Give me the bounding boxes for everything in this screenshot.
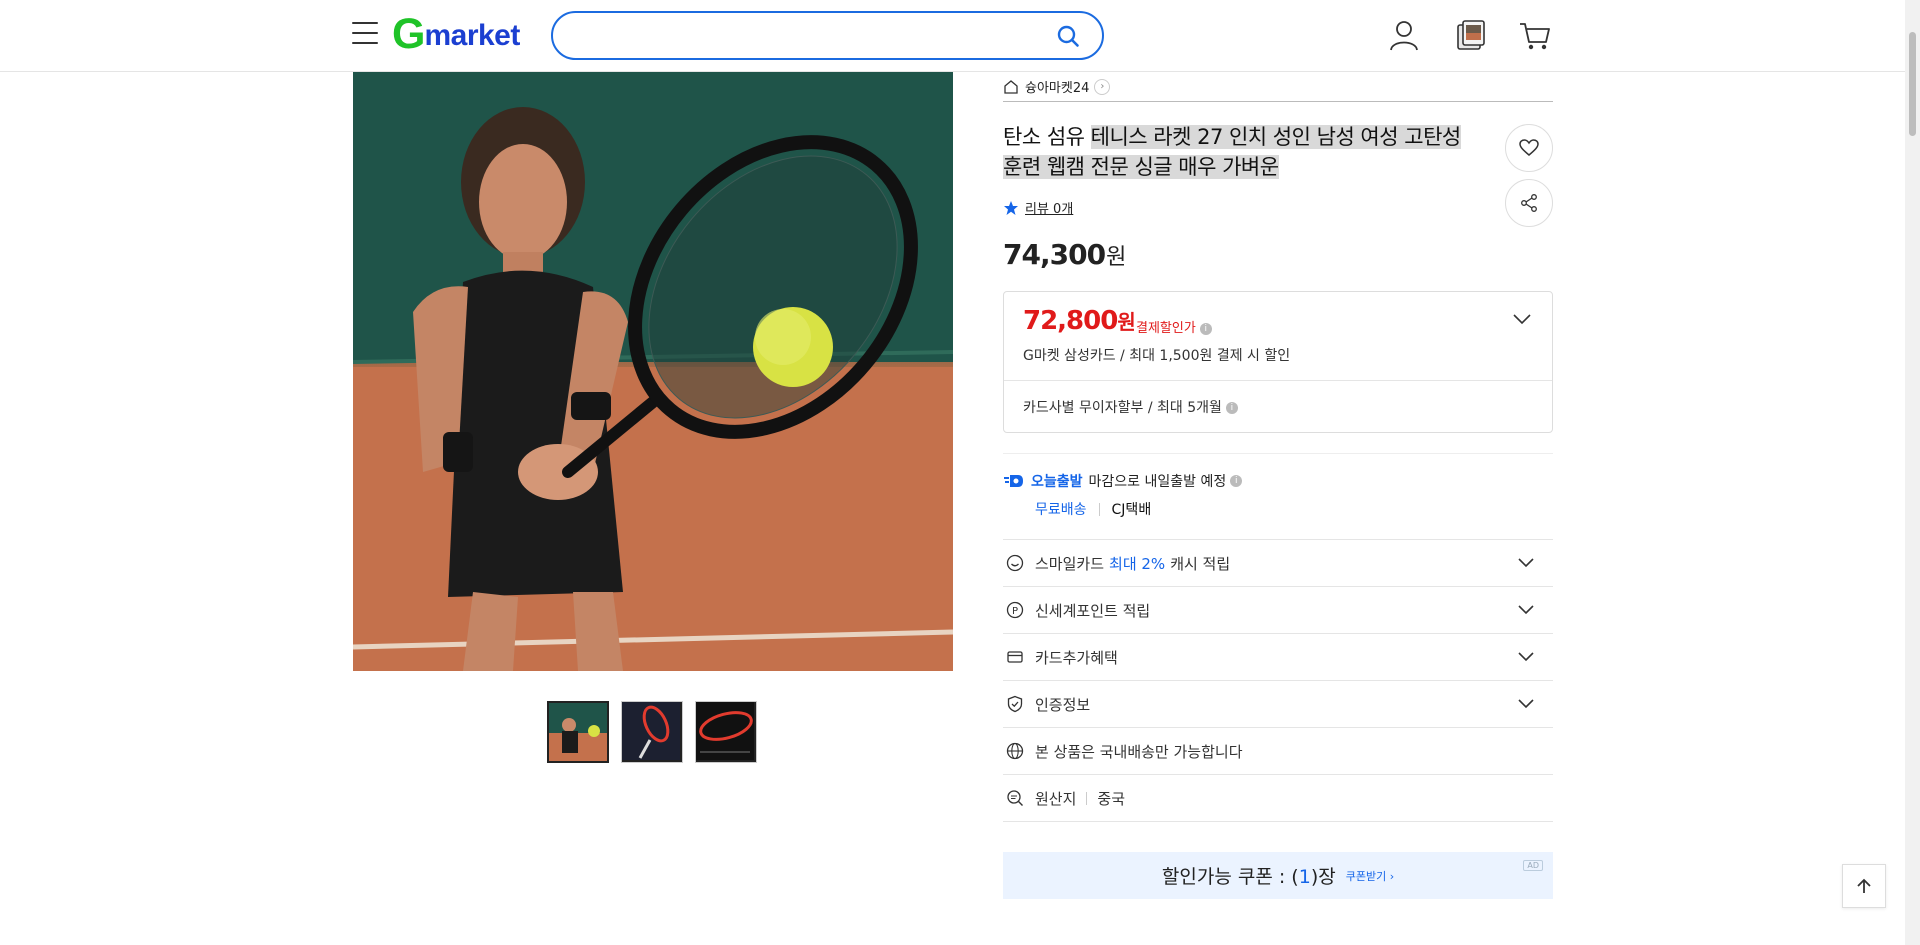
coupon-banner[interactable]: 할인가능 쿠폰 : (1)장 쿠폰받기 › AD — [1003, 852, 1553, 899]
certification-row[interactable]: 인증정보 — [1003, 681, 1553, 728]
review-link[interactable]: 리뷰 0개 — [1025, 198, 1073, 217]
smile-card-row[interactable]: 스마일카드 최대 2% 캐시 적립 — [1003, 540, 1553, 587]
title-highlight-2: 훈련 웹캠 전문 싱글 매우 가벼운 — [1003, 155, 1279, 179]
coupon-text-post: )장 — [1310, 866, 1336, 888]
user-icon[interactable] — [1387, 18, 1421, 52]
certification-label: 인증정보 — [1035, 695, 1091, 714]
chevron-down-icon[interactable] — [1517, 698, 1535, 710]
card-benefit-row[interactable]: 카드추가혜택 — [1003, 634, 1553, 681]
globe-icon — [1006, 742, 1024, 760]
tennis-player-photo — [353, 72, 953, 671]
product-price: 74,300원 — [1003, 238, 1126, 271]
heart-icon — [1519, 139, 1539, 156]
smile-card-label: 스마일카드 — [1035, 554, 1105, 573]
seller-bar: 슝아마켓24 › — [1003, 72, 1553, 102]
coupon-text: 할인가능 쿠폰 : (1)장 — [1162, 862, 1336, 889]
card-benefit-label: 카드추가혜택 — [1035, 648, 1118, 667]
search-input[interactable] — [573, 23, 1033, 49]
smile-icon — [1006, 554, 1024, 572]
search-bar — [551, 11, 1104, 60]
benefit-list: 스마일카드 최대 2% 캐시 적립 P 신세계포인트 적립 카드추가혜택 인증정… — [1003, 539, 1553, 822]
scrollbar-thumb[interactable] — [1909, 32, 1916, 136]
shipping-info: 무료배송 CJ택배 — [1035, 499, 1151, 519]
thumbnail-2[interactable] — [621, 701, 683, 763]
discount-label-text: 결제할인가 — [1136, 321, 1196, 336]
get-coupon-link[interactable]: 쿠폰받기 › — [1346, 868, 1394, 884]
origin-label: 원산지 — [1035, 789, 1077, 808]
point-icon: P — [1006, 601, 1024, 619]
logo-g: G — [392, 10, 425, 58]
origin-row: 원산지 중국 — [1003, 775, 1553, 822]
logo-market: market — [424, 19, 520, 52]
origin-value: 중국 — [1097, 789, 1126, 808]
coupon-count: 1 — [1298, 866, 1311, 888]
gmarket-logo[interactable]: G market — [392, 10, 520, 58]
share-button[interactable] — [1505, 179, 1553, 227]
divider — [1003, 453, 1553, 454]
wishlist-button[interactable] — [1505, 124, 1553, 172]
product-title: 탄소 섬유 테니스 라켓 27 인치 성인 남성 여성 고탄성 훈련 웹캠 전문… — [1003, 122, 1493, 182]
magnifier-icon — [1007, 790, 1023, 806]
discount-price-unit: 원 — [1117, 310, 1135, 334]
search-icon[interactable] — [1056, 24, 1080, 48]
discount-price: 72,800원 — [1023, 306, 1136, 336]
menu-icon[interactable] — [352, 22, 378, 44]
shipping-today: 오늘출발 마감으로 내일출발 예정 i — [1003, 471, 1243, 491]
info-icon[interactable]: i — [1225, 402, 1238, 414]
chevron-right-icon[interactable]: › — [1094, 78, 1111, 95]
cart-icon[interactable] — [1518, 18, 1552, 52]
coupon-text-pre: 할인가능 쿠폰 : ( — [1161, 866, 1299, 888]
domestic-shipping-label: 본 상품은 국내배송만 가능합니다 — [1035, 742, 1243, 761]
back-to-top-button[interactable] — [1842, 864, 1886, 908]
fast-delivery-icon — [1004, 475, 1023, 487]
product-main-image[interactable] — [353, 72, 953, 671]
carrier-name: CJ택배 — [1111, 502, 1152, 518]
shinsegae-point-row[interactable]: P 신세계포인트 적립 — [1003, 587, 1553, 634]
discount-box: 72,800원 결제할인가 i G마켓 삼성카드 / 최대 1,500원 결제 시… — [1003, 291, 1553, 433]
review-summary: 리뷰 0개 — [1003, 198, 1073, 217]
smile-card-rate: 최대 2% — [1109, 554, 1166, 573]
star-icon — [1004, 200, 1018, 215]
installment-text: 카드사별 무이자할부 / 최대 5개월 — [1023, 400, 1222, 416]
arrow-up-icon — [1857, 878, 1871, 893]
free-shipping-link[interactable]: 무료배송 — [1035, 499, 1087, 519]
chevron-down-icon[interactable] — [1517, 557, 1535, 569]
smile-card-suffix: 캐시 적립 — [1170, 554, 1231, 573]
today-shipping-text: 마감으로 내일출발 예정 — [1088, 474, 1227, 490]
title-highlight-1: 테니스 라켓 27 인치 성인 남성 여성 고탄성 — [1090, 125, 1461, 149]
shop-icon — [1004, 79, 1018, 94]
shinsegae-point-label: 신세계포인트 적립 — [1035, 601, 1151, 620]
svg-text:P: P — [1012, 606, 1018, 617]
thumbnail-3[interactable] — [695, 701, 757, 763]
card-icon — [1007, 651, 1023, 663]
separator — [1098, 502, 1100, 516]
thumbnail-strip — [547, 701, 757, 763]
share-icon — [1521, 194, 1537, 212]
discount-price-value: 72,800 — [1023, 306, 1118, 336]
price-unit: 원 — [1106, 245, 1126, 270]
ad-badge: AD — [1523, 860, 1543, 871]
domestic-shipping-row: 본 상품은 국내배송만 가능합니다 — [1003, 728, 1553, 775]
recent-items-icon[interactable] — [1454, 18, 1488, 52]
thumbnail-1[interactable] — [547, 701, 609, 763]
today-shipping-label: 오늘출발 — [1031, 474, 1083, 490]
divider — [1004, 380, 1552, 381]
title-text: 탄소 섬유 — [1003, 125, 1091, 149]
chevron-down-icon[interactable] — [1517, 604, 1535, 616]
info-icon[interactable]: i — [1199, 322, 1212, 335]
price-value: 74,300 — [1003, 238, 1106, 271]
discount-detail: G마켓 삼성카드 / 최대 1,500원 결제 시 할인 — [1023, 348, 1291, 364]
page-scrollbar[interactable] — [1905, 0, 1920, 945]
chevron-down-icon[interactable] — [1512, 312, 1532, 326]
separator — [1086, 791, 1088, 805]
installment-info: 카드사별 무이자할부 / 최대 5개월 i — [1023, 397, 1238, 417]
seller-name[interactable]: 슝아마켓24 — [1025, 77, 1089, 96]
info-icon[interactable]: i — [1230, 475, 1243, 487]
chevron-down-icon[interactable] — [1517, 651, 1535, 663]
shield-icon — [1007, 695, 1023, 713]
site-header: G market — [0, 0, 1905, 72]
discount-label: 결제할인가 i — [1136, 317, 1212, 336]
